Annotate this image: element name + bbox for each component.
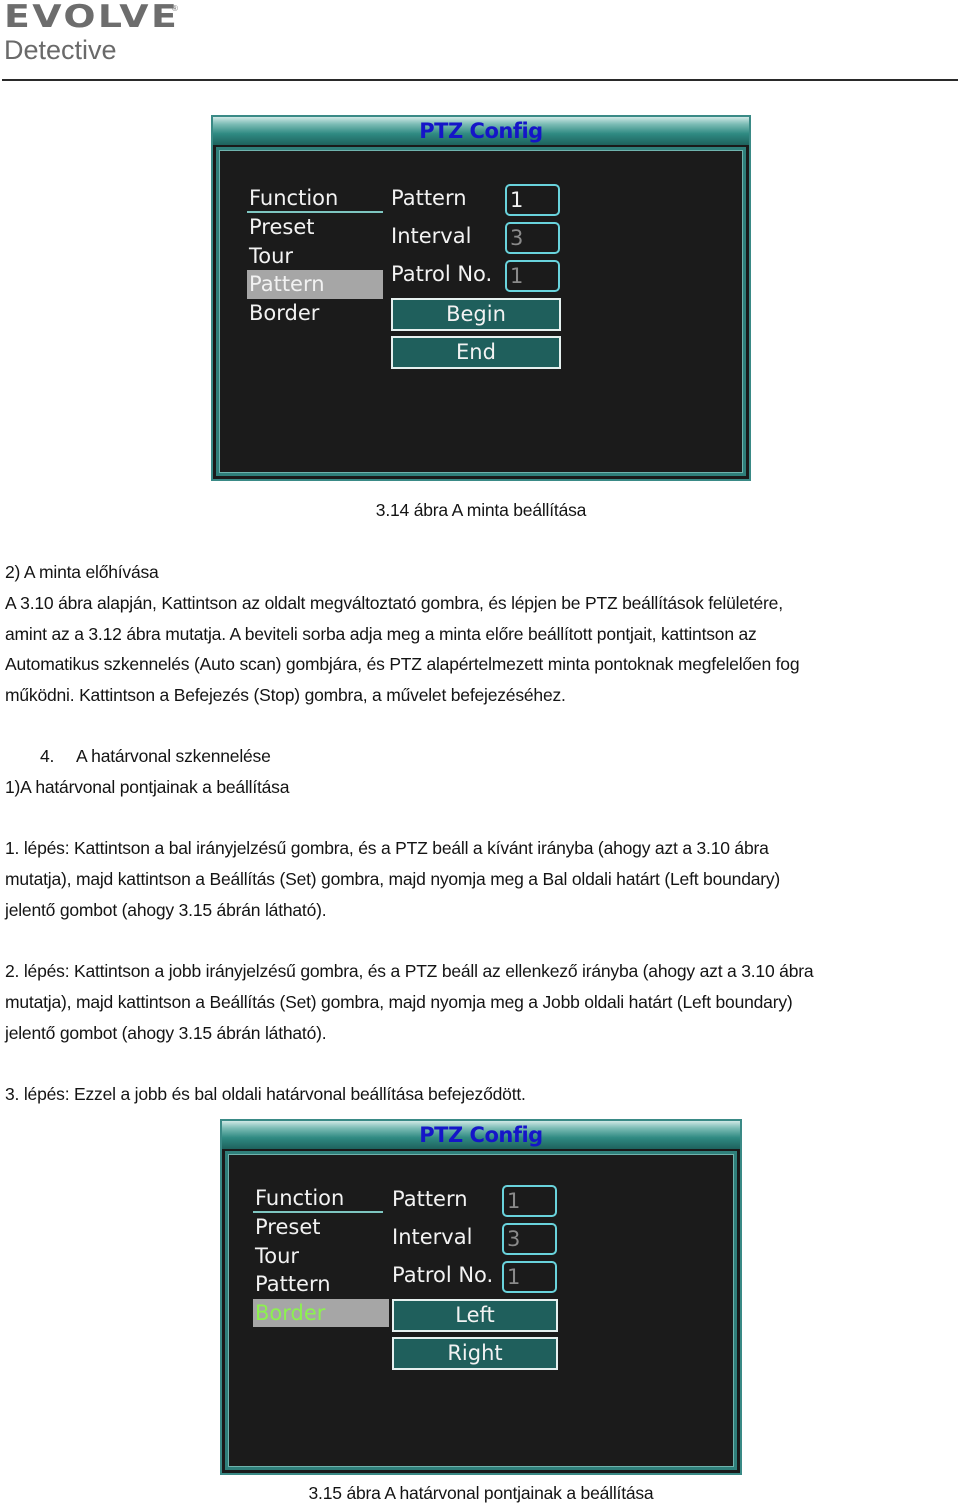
right-boundary-button[interactable]: Right <box>392 1337 558 1370</box>
registered-mark: ® <box>172 4 178 13</box>
menu-header-function: Function <box>247 184 383 213</box>
ptz-config-dialog-border: PTZ Config Function Preset Tour Pattern … <box>220 1119 742 1475</box>
subheading-border-points: 1)A határvonal pontjainak a beállítása <box>5 777 290 797</box>
menu-item-pattern[interactable]: Pattern <box>247 270 383 299</box>
dialog-titlebar: PTZ Config <box>222 1121 740 1149</box>
list-number: 4. <box>40 746 55 766</box>
step1-line: 1. lépés: Kattintson a bal irányjelzésű … <box>5 838 769 858</box>
interval-input[interactable]: 3 <box>502 1223 557 1255</box>
pattern-label: Pattern <box>392 1187 468 1211</box>
step2-line: jelentő gombot (ahogy 3.15 ábrán látható… <box>5 1023 327 1043</box>
dialog-titlebar: PTZ Config <box>213 117 749 145</box>
form-row-interval: Interval 3 <box>391 222 566 260</box>
ptz-config-dialog-pattern: PTZ Config Function Preset Tour Pattern … <box>211 115 751 481</box>
step3-line: 3. lépés: Ezzel a jobb és bal oldali hat… <box>5 1084 526 1104</box>
menu-item-border[interactable]: Border <box>247 299 383 328</box>
interval-label: Interval <box>392 1225 473 1249</box>
pattern-form: Pattern 1 Interval 3 Patrol No. 1 Begin … <box>391 184 566 374</box>
dialog-body: Function Preset Tour Pattern Border Patt… <box>216 147 746 476</box>
border-form: Pattern 1 Interval 3 Patrol No. 1 Left R… <box>392 1185 567 1375</box>
section-heading-recall: 2) A minta előhívása <box>5 562 159 582</box>
step1-line: jelentő gombot (ahogy 3.15 ábrán látható… <box>5 900 327 920</box>
paragraph-line: Automatikus szkennelés (Auto scan) gombj… <box>5 654 800 674</box>
interval-label: Interval <box>391 224 472 248</box>
step1-line: mutatja), majd kattintson a Beállítás (S… <box>5 869 781 889</box>
pattern-input[interactable]: 1 <box>505 184 560 216</box>
left-boundary-button[interactable]: Left <box>392 1299 558 1332</box>
logo-brand: EVOLVE <box>4 0 180 35</box>
step2-line: mutatja), majd kattintson a Beállítás (S… <box>5 992 793 1012</box>
patrol-no-label: Patrol No. <box>391 262 493 286</box>
function-menu: Function Preset Tour Pattern Border <box>253 1184 389 1327</box>
menu-item-pattern[interactable]: Pattern <box>253 1270 389 1299</box>
pattern-input[interactable]: 1 <box>502 1185 557 1217</box>
form-row-interval: Interval 3 <box>392 1223 567 1261</box>
dialog-title: PTZ Config <box>419 1123 543 1147</box>
header-divider <box>2 79 958 81</box>
dialog-title: PTZ Config <box>419 119 543 143</box>
function-menu: Function Preset Tour Pattern Border <box>247 184 383 327</box>
form-row-patrol-no: Patrol No. 1 <box>392 1261 567 1299</box>
dialog-body: Function Preset Tour Pattern Border Patt… <box>225 1151 737 1470</box>
step2-line: 2. lépés: Kattintson a jobb irányjelzésű… <box>5 961 814 981</box>
section-heading-border: A határvonal szkennelése <box>76 746 271 766</box>
figure-caption-3-14: 3.14 ábra A minta beállítása <box>375 500 587 520</box>
pattern-label: Pattern <box>391 186 467 210</box>
menu-header-function: Function <box>253 1184 383 1213</box>
patrol-no-input[interactable]: 1 <box>502 1261 557 1293</box>
menu-item-tour[interactable]: Tour <box>253 1242 389 1271</box>
menu-item-preset[interactable]: Preset <box>253 1213 389 1242</box>
form-row-patrol-no: Patrol No. 1 <box>391 260 566 298</box>
patrol-no-label: Patrol No. <box>392 1263 494 1287</box>
figure-caption-3-15: 3.15 ábra A határvonal pontjainak a beál… <box>308 1483 654 1503</box>
menu-item-border[interactable]: Border <box>253 1298 389 1327</box>
begin-button[interactable]: Begin <box>391 298 561 331</box>
menu-item-tour[interactable]: Tour <box>247 242 383 271</box>
paragraph-line: működni. Kattintson a Befejezés (Stop) g… <box>5 685 566 705</box>
paragraph-line: amint az a 3.12 ábra mutatja. A beviteli… <box>5 624 757 644</box>
paragraph-line: A 3.10 ábra alapján, Kattintson az oldal… <box>5 593 783 613</box>
interval-input[interactable]: 3 <box>505 222 560 254</box>
form-row-pattern: Pattern 1 <box>391 184 566 222</box>
end-button[interactable]: End <box>391 336 561 369</box>
menu-item-preset[interactable]: Preset <box>247 213 383 242</box>
patrol-no-input[interactable]: 1 <box>505 260 560 292</box>
form-row-pattern: Pattern 1 <box>392 1185 567 1223</box>
logo-product: Detective <box>4 35 117 65</box>
